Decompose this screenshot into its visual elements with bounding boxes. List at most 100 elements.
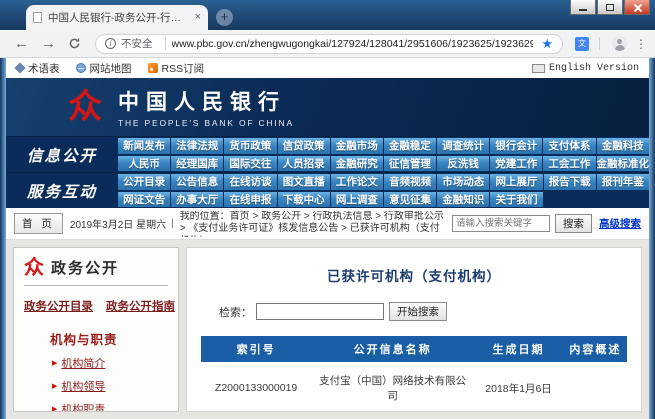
sidebar-item[interactable]: ▶机构简介 — [24, 355, 168, 371]
browser-titlebar: 中国人民银行-政务公开-行政执… × + — [0, 0, 655, 30]
translate-icon[interactable]: 文 — [575, 37, 589, 51]
nav-item[interactable]: 货币政策 — [224, 138, 276, 154]
window-close-button[interactable] — [624, 0, 650, 15]
nav-item[interactable]: 下载中心 — [278, 192, 330, 208]
nav-item[interactable]: 党建工作 — [490, 156, 542, 172]
browser-tab[interactable]: 中国人民银行-政务公开-行政执… × — [26, 5, 208, 30]
back-icon[interactable]: ← — [14, 36, 29, 51]
nav-item[interactable]: 金融科技 — [597, 138, 650, 154]
profile-avatar[interactable] — [612, 36, 627, 51]
nav-item[interactable]: 新闻发布 — [118, 138, 170, 154]
window-minimize-button[interactable] — [570, 0, 596, 15]
sidebar-link-directory[interactable]: 政务公开目录 — [24, 298, 93, 314]
glossary-link[interactable]: 术语表 — [16, 61, 60, 76]
nav-item[interactable]: 人民币 — [118, 156, 170, 172]
site-search: 搜索 高级搜索 — [452, 214, 641, 233]
nav-item[interactable]: 调查统计 — [437, 138, 489, 154]
nav-item[interactable]: 办事大厅 — [171, 192, 223, 208]
sidebar-item[interactable]: ▶机构领导 — [24, 378, 168, 394]
content-search-input[interactable] — [256, 303, 384, 320]
nav-item[interactable]: 银行会计 — [490, 138, 542, 154]
omnibox-divider — [165, 37, 166, 50]
sidebar-item-label[interactable]: 机构简介 — [61, 355, 105, 371]
nav-item[interactable]: 报告下载 — [544, 174, 596, 190]
reload-icon[interactable] — [68, 37, 81, 50]
nav-band-information: 信息公开 新闻发布 法律法规 货币政策 信贷政策 金融市场 金融稳定 调查统计 … — [6, 136, 649, 172]
nav-item[interactable]: 网上展厅 — [490, 174, 542, 190]
nav-item[interactable]: 在线申报 — [224, 192, 276, 208]
toolbar-divider — [599, 37, 600, 50]
bank-name-en: THE PEOPLE'S BANK OF CHINA — [118, 118, 294, 128]
nav-item[interactable]: 征信管理 — [384, 156, 436, 172]
col-header-desc: 内容概述 — [563, 336, 627, 362]
home-button[interactable]: 首 页 — [14, 213, 63, 234]
license-table: 索引号 公开信息名称 生成日期 内容概述 Z2000133000019 支付宝（… — [201, 336, 628, 412]
sidebar-section-title: 机构与职责 — [24, 329, 168, 348]
nav-band-services: 服务互动 公开目录 公告信息 在线访谈 图文直播 工作论文 音频视频 市场动态 … — [6, 172, 649, 208]
nav-item[interactable]: 金融知识 — [437, 192, 489, 208]
nav-item[interactable]: 经理国库 — [171, 156, 223, 172]
nav-item[interactable]: 金融研究 — [331, 156, 383, 172]
url-text[interactable]: www.pbc.gov.cn/zhengwugongkai/127924/128… — [172, 38, 534, 50]
forward-icon[interactable]: → — [41, 36, 56, 51]
nav-item[interactable]: 报刊年鉴 — [597, 174, 649, 190]
col-header-name: 公开信息名称 — [312, 336, 474, 362]
nav-item[interactable]: 金融标准化 — [597, 156, 650, 172]
tab-close-icon[interactable]: × — [195, 12, 201, 23]
menu-kebab-icon[interactable]: ⋮ — [635, 37, 647, 51]
sidebar-item-label[interactable]: 机构职责 — [61, 401, 105, 412]
sidebar-link-guide[interactable]: 政务公开指南 — [106, 298, 175, 314]
rss-link[interactable]: RSS订阅 — [148, 61, 205, 76]
nav-item[interactable]: 人员招录 — [278, 156, 330, 172]
nav-item[interactable]: 图文直播 — [278, 174, 330, 190]
pbc-logo-small-icon: 众 — [24, 258, 44, 278]
nav-grid-services: 公开目录 公告信息 在线访谈 图文直播 工作论文 音频视频 市场动态 网上展厅 … — [118, 173, 649, 208]
nav-item[interactable]: 网证文告 — [118, 192, 170, 208]
nav-group-label-services: 服务互动 — [6, 173, 118, 208]
sidebar-item-label[interactable]: 机构领导 — [61, 378, 105, 394]
new-tab-button[interactable]: + — [216, 9, 233, 26]
nav-item[interactable]: 意见征集 — [384, 192, 436, 208]
main-area: 众 政务公开 政务公开目录 政务公开指南 机构与职责 ▶机构简介 ▶机构领导 ▶… — [6, 240, 649, 419]
nav-item[interactable]: 市场动态 — [437, 174, 489, 190]
address-bar[interactable]: i 不安全 www.pbc.gov.cn/zhengwugongkai/1279… — [95, 34, 563, 54]
site-search-button[interactable]: 搜索 — [555, 214, 592, 233]
glossary-icon — [14, 62, 25, 73]
nav-item[interactable]: 关于我们 — [490, 192, 542, 208]
sidebar: 众 政务公开 政务公开目录 政务公开指南 机构与职责 ▶机构简介 ▶机构领导 ▶… — [13, 247, 179, 412]
col-header-index: 索引号 — [201, 336, 312, 362]
nav-item[interactable]: 金融市场 — [331, 138, 383, 154]
window-controls — [570, 0, 650, 15]
sitemap-link[interactable]: 网站地图 — [76, 61, 132, 76]
site-search-input[interactable] — [452, 215, 550, 232]
info-icon[interactable]: i — [105, 38, 116, 49]
nav-grid-info: 新闻发布 法律法规 货币政策 信贷政策 金融市场 金融稳定 调查统计 银行会计 … — [118, 137, 649, 172]
rss-label: RSS订阅 — [162, 61, 205, 76]
advanced-search-link[interactable]: 高级搜索 — [599, 216, 641, 231]
nav-item[interactable]: 公告信息 — [171, 174, 223, 190]
nav-item[interactable]: 支付体系 — [543, 138, 595, 154]
bookmark-star-icon[interactable]: ★ — [541, 37, 553, 50]
browser-window: 中国人民银行-政务公开-行政执… × + ← → i 不安全 www.pbc.g… — [0, 0, 655, 419]
table-row[interactable]: Z2000133000019 支付宝（中国）网络技术有限公司 2018年1月6日 — [201, 362, 628, 412]
nav-item[interactable]: 公开目录 — [118, 174, 170, 190]
content-search-button[interactable]: 开始搜索 — [389, 302, 447, 321]
nav-item[interactable]: 在线访谈 — [224, 174, 276, 190]
nav-item[interactable]: 工作论文 — [331, 174, 383, 190]
nav-item[interactable]: 法律法规 — [171, 138, 223, 154]
nav-item[interactable]: 信贷政策 — [278, 138, 330, 154]
nav-item[interactable]: 音频视频 — [384, 174, 436, 190]
sidebar-item[interactable]: ▶机构职责 — [24, 401, 168, 412]
english-version-link[interactable]: English Version — [532, 63, 639, 74]
tab-title: 中国人民银行-政务公开-行政执… — [48, 10, 189, 25]
nav-item[interactable]: 反洗钱 — [437, 156, 489, 172]
cell-name[interactable]: 支付宝（中国）网络技术有限公司 — [312, 362, 474, 412]
nav-item[interactable]: 网上调查 — [331, 192, 383, 208]
sidebar-section-org: 机构与职责 ▶机构简介 ▶机构领导 ▶机构职责 ▶机构设置 — [24, 329, 168, 412]
nav-item[interactable]: 工会工作 — [543, 156, 595, 172]
nav-item[interactable]: 金融稳定 — [384, 138, 436, 154]
site-utility-bar: 术语表 网站地图 RSS订阅 English Version — [6, 58, 649, 78]
nav-item[interactable]: 国际交往 — [224, 156, 276, 172]
security-label: 不安全 — [121, 36, 153, 51]
window-maximize-button[interactable] — [597, 0, 623, 15]
